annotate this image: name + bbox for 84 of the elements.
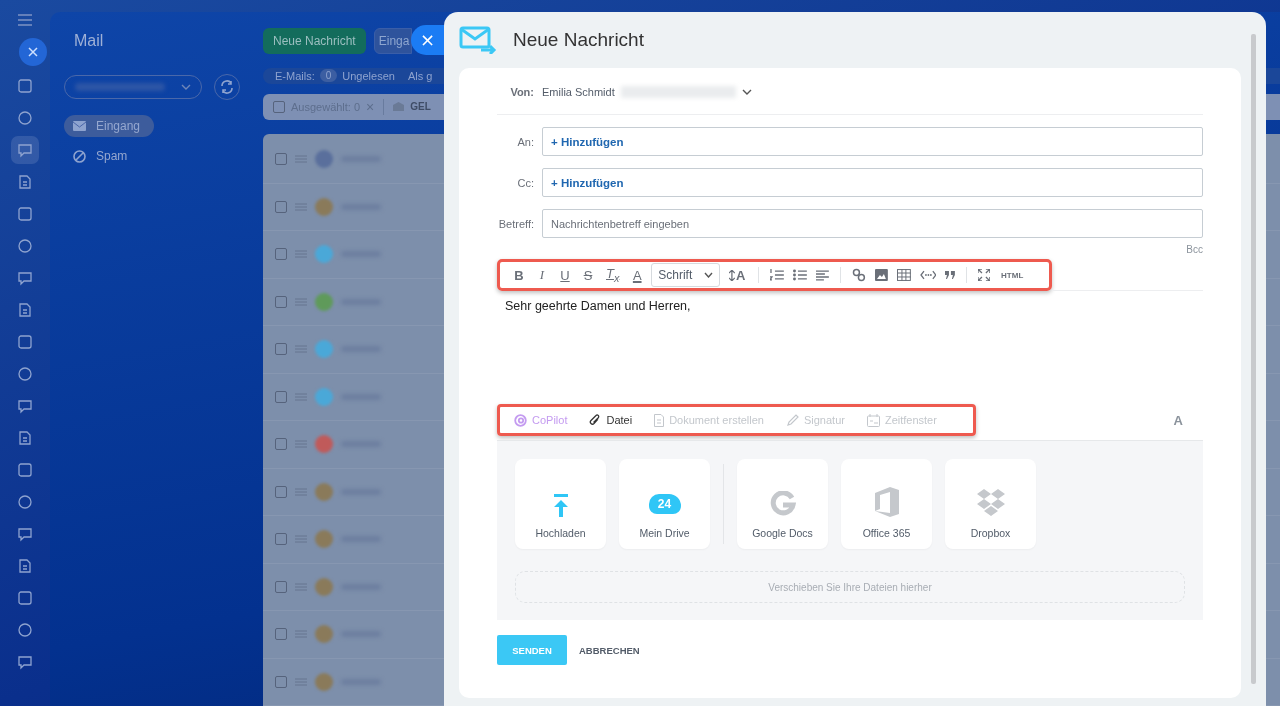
close-button[interactable]: × [411, 25, 444, 55]
add-cc-link[interactable]: + Hinzufügen [551, 176, 624, 189]
format-button[interactable]: U [556, 267, 574, 283]
sender-select[interactable]: Emilia Schmidt [542, 82, 752, 102]
blocked-icon [73, 149, 86, 163]
cc-field[interactable]: + Hinzufügen [542, 168, 1203, 197]
checkbox[interactable] [275, 580, 287, 593]
font-size-button[interactable]: A [725, 267, 750, 283]
cancel-button[interactable]: ABBRECHEN [571, 644, 648, 656]
format-button[interactable]: A [628, 267, 647, 283]
chat-icon[interactable] [11, 136, 39, 164]
message-body[interactable]: Sehr geehrte Damen und Herren, [497, 291, 1203, 404]
checkbox[interactable] [275, 485, 287, 498]
quote-icon[interactable] [945, 271, 956, 279]
dropbox-icon [975, 489, 1006, 517]
field-label: Von: [509, 86, 534, 98]
source-card[interactable]: Dropbox [945, 459, 1036, 549]
checkbox[interactable] [275, 533, 287, 546]
scrollbar[interactable] [1251, 34, 1256, 684]
field-label: Betreff: [497, 217, 534, 230]
folder-item[interactable]: Spam [64, 145, 142, 167]
source-card[interactable]: Google Docs [737, 459, 828, 549]
format-button[interactable]: I [533, 267, 551, 283]
subject-field[interactable]: Nachrichtenbetreff eingeben [542, 209, 1203, 238]
copilot-icon [514, 413, 527, 427]
recipient-field[interactable]: + Hinzufügen [542, 127, 1203, 156]
field-label: An: [516, 135, 534, 148]
field-label: Cc: [516, 176, 534, 189]
link-icon[interactable] [851, 268, 866, 282]
checkbox[interactable] [275, 628, 287, 641]
source-card[interactable]: Office 365 [841, 459, 932, 549]
html-button[interactable]: HTML [997, 270, 1027, 280]
source-card[interactable]: Hochladen [515, 459, 606, 549]
menu-icon[interactable] [18, 14, 32, 26]
add-recipient-link[interactable]: + Hinzufügen [551, 135, 624, 148]
source-card[interactable]: 24 Mein Drive [619, 459, 710, 549]
google-icon [769, 491, 796, 517]
code-icon[interactable] [919, 270, 937, 280]
image-icon[interactable] [874, 269, 888, 281]
envelope-icon [393, 102, 405, 112]
upload-icon [552, 494, 569, 517]
pen-icon [785, 413, 799, 427]
cloud-icon: 24 [648, 494, 681, 514]
attachment-tab[interactable]: Datei [583, 413, 639, 427]
chevron-down-icon [704, 272, 714, 278]
counter-badge: 0 [319, 69, 338, 83]
arrows-icon [729, 269, 736, 281]
page-title: Mail [74, 32, 105, 50]
table-icon[interactable] [896, 269, 911, 281]
checkbox[interactable] [275, 390, 287, 403]
checkbox[interactable] [275, 295, 287, 308]
bullet-list-icon[interactable] [793, 269, 808, 281]
checkbox[interactable] [275, 675, 287, 688]
action-label[interactable]: GEL [410, 101, 431, 113]
format-button[interactable]: S [579, 267, 597, 283]
checkbox[interactable] [273, 100, 285, 113]
envelope-icon [73, 121, 86, 131]
checkbox[interactable] [275, 200, 287, 213]
format-button[interactable]: T$_{x}$ [602, 266, 624, 284]
refresh-icon [220, 80, 234, 94]
folder-item[interactable]: Eingang [64, 115, 155, 137]
close-icon[interactable] [19, 38, 47, 66]
checkbox[interactable] [275, 438, 287, 451]
paperclip-icon [589, 413, 602, 427]
inbox-button[interactable]: Einga [373, 28, 412, 54]
font-dropdown[interactable]: Schrift [651, 263, 721, 287]
mark-read-link[interactable]: Als g [407, 69, 433, 82]
counter-label: E-Mails: [275, 69, 315, 82]
chevron-down-icon [741, 89, 752, 95]
checkbox[interactable] [275, 343, 287, 356]
mail-send-icon [459, 26, 497, 54]
office-icon [874, 487, 899, 517]
checkbox[interactable] [275, 248, 287, 261]
bcc-link[interactable]: Bcc [1186, 244, 1203, 255]
align-left-icon[interactable] [816, 269, 829, 281]
numbered-list-icon[interactable] [770, 269, 785, 281]
fullscreen-icon[interactable] [978, 269, 991, 281]
format-button[interactable]: B [510, 267, 528, 283]
font-toggle-button[interactable]: A [1167, 411, 1189, 429]
dialog-title: Neue Nachricht [513, 29, 644, 51]
new-message-button[interactable]: Neue Nachricht [263, 28, 366, 54]
unread-filter[interactable]: Ungelesen [342, 69, 395, 82]
checkbox[interactable] [275, 153, 287, 166]
chevron-down-icon [181, 84, 191, 90]
